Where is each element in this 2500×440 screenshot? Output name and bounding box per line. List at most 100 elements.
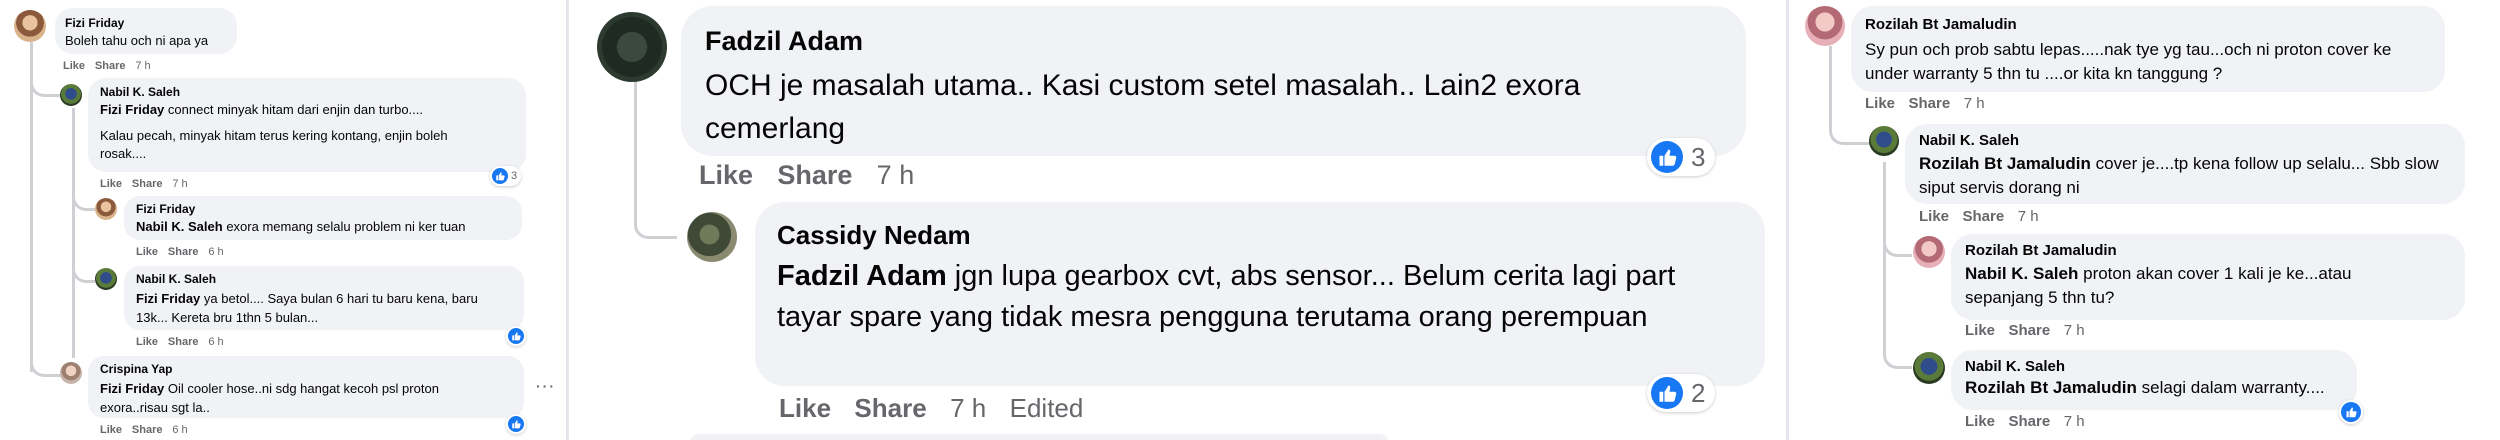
reaction-icon-only[interactable]	[2339, 400, 2363, 424]
avatar[interactable]	[60, 362, 82, 384]
timestamp[interactable]: 7 h	[172, 178, 187, 190]
timestamp[interactable]: 7 h	[877, 160, 915, 190]
share-button[interactable]: Share	[2009, 322, 2051, 339]
like-button[interactable]: Like	[1965, 322, 1995, 339]
share-button[interactable]: Share	[854, 393, 926, 423]
mention-link[interactable]: Rozilah Bt Jamaludin	[1919, 154, 2091, 173]
author-name[interactable]: Rozilah Bt Jamaludin	[1865, 16, 2017, 33]
avatar[interactable]	[95, 268, 117, 290]
share-button[interactable]: Share	[132, 178, 163, 190]
like-button[interactable]: Like	[699, 160, 753, 190]
mention-link[interactable]: Fizi Friday	[100, 381, 164, 396]
right-thread: Rozilah Bt Jamaludin Sy pun och prob sab…	[1789, 0, 2500, 440]
timestamp[interactable]: 6 h	[172, 424, 187, 436]
timestamp[interactable]: 6 h	[208, 336, 223, 348]
comment-text: Boleh tahu och ni apa ya	[65, 33, 209, 48]
mention-link[interactable]: Nabil K. Saleh	[1965, 264, 2078, 283]
reaction-icon-only[interactable]	[506, 414, 526, 434]
author-name[interactable]: Cassidy Nedam	[777, 220, 971, 251]
avatar[interactable]	[1805, 6, 1845, 46]
avatar[interactable]	[95, 198, 117, 220]
reaction-count[interactable]: 3	[1647, 138, 1716, 176]
middle-comment-panel: Fadzil Adam OCH je masalah utama.. Kasi …	[569, 0, 1785, 440]
like-button[interactable]: Like	[1965, 413, 1995, 430]
author-name[interactable]: Nabil K. Saleh	[1965, 358, 2065, 375]
thread-line	[634, 80, 637, 200]
comment-bubble: Nabil K. Saleh Fizi Friday connect minya…	[88, 78, 526, 172]
like-button[interactable]: Like	[100, 424, 122, 436]
timestamp[interactable]: 7 h	[2064, 413, 2085, 430]
comment-text: OCH je masalah utama.. Kasi custom setel…	[705, 69, 1581, 145]
like-button[interactable]: Like	[136, 246, 158, 258]
avatar[interactable]	[687, 212, 737, 262]
like-button[interactable]: Like	[1865, 95, 1895, 112]
timestamp[interactable]: 7 h	[1964, 95, 1985, 112]
comment-bubble: Crispina Yap Fizi Friday Oil cooler hose…	[88, 356, 524, 418]
author-name[interactable]: Fizi Friday	[136, 202, 195, 216]
like-button[interactable]: Like	[136, 336, 158, 348]
share-button[interactable]: Share	[168, 246, 199, 258]
like-button[interactable]: Like	[63, 60, 85, 72]
author-name[interactable]: Crispina Yap	[100, 362, 172, 376]
mention-link[interactable]: Nabil K. Saleh	[136, 219, 223, 234]
share-button[interactable]: Share	[95, 60, 126, 72]
thread-elbow	[1829, 112, 1870, 145]
comment-bubble: Fadzil Adam OCH je masalah utama.. Kasi …	[681, 6, 1746, 156]
author-name[interactable]: Fadzil Adam	[705, 26, 863, 57]
share-button[interactable]: Share	[2009, 413, 2051, 430]
more-options-button[interactable]: ···	[536, 378, 556, 394]
comment-actions: Like Share 6 h	[136, 246, 234, 258]
edited-label[interactable]: Edited	[1010, 393, 1084, 423]
comment-actions: Like Share 7 h	[1865, 95, 1998, 112]
like-button[interactable]: Like	[1919, 208, 1949, 225]
thread-line	[72, 108, 75, 358]
reaction-icon-only[interactable]	[506, 326, 526, 346]
mention-link[interactable]: Fadzil Adam	[777, 260, 947, 292]
comment-actions: Like Share 7 h	[1965, 413, 2098, 430]
like-reaction-icon	[2341, 402, 2361, 422]
reaction-number: 3	[511, 170, 518, 182]
mention-link[interactable]: Rozilah Bt Jamaludin	[1965, 378, 2137, 397]
avatar[interactable]	[1913, 352, 1945, 384]
thread-elbow	[30, 348, 63, 377]
comment-actions: Like Share 7 h	[1965, 322, 2098, 339]
thread-elbow	[634, 200, 677, 239]
comment-bubble: Nabil K. Saleh Rozilah Bt Jamaludin sela…	[1951, 350, 2357, 410]
avatar[interactable]	[597, 12, 667, 82]
comment-actions: Like Share 7 h Edited	[779, 393, 1107, 424]
thread-elbow	[72, 186, 95, 211]
comment-body: exora memang selalu problem ni ker tuan	[226, 219, 466, 234]
share-button[interactable]: Share	[1909, 95, 1951, 112]
like-reaction-icon	[508, 328, 524, 344]
avatar[interactable]	[1869, 126, 1899, 156]
comment-text: Fadzil Adam jgn lupa gearbox cvt, abs se…	[777, 256, 1727, 338]
timestamp[interactable]: 7 h	[2018, 208, 2039, 225]
middle-thread: Fadzil Adam OCH je masalah utama.. Kasi …	[569, 0, 1785, 440]
reaction-count[interactable]: 3	[490, 166, 522, 186]
avatar[interactable]	[60, 84, 82, 106]
author-name[interactable]: Nabil K. Saleh	[1919, 132, 2019, 149]
mention-link[interactable]: Fizi Friday	[136, 291, 200, 306]
avatar[interactable]	[1913, 236, 1945, 268]
reaction-count[interactable]: 2	[1647, 374, 1716, 412]
comment-text: Fizi Friday connect minyak hitam dari en…	[100, 102, 520, 117]
mention-link[interactable]: Fizi Friday	[100, 102, 164, 117]
thread-elbow	[1883, 232, 1912, 257]
like-button[interactable]: Like	[100, 178, 122, 190]
author-name[interactable]: Nabil K. Saleh	[136, 272, 216, 286]
share-button[interactable]: Share	[168, 336, 199, 348]
timestamp[interactable]: 7 h	[2064, 322, 2085, 339]
share-button[interactable]: Share	[132, 424, 163, 436]
timestamp[interactable]: 7 h	[950, 393, 986, 423]
author-name[interactable]: Rozilah Bt Jamaludin	[1965, 242, 2117, 259]
timestamp[interactable]: 6 h	[208, 246, 223, 258]
share-button[interactable]: Share	[1963, 208, 2005, 225]
comment-actions: Like Share 7 h	[1919, 208, 2052, 225]
like-button[interactable]: Like	[779, 393, 831, 423]
timestamp[interactable]: 7 h	[135, 60, 150, 72]
share-button[interactable]: Share	[777, 160, 852, 190]
left-comment-panel: Fizi Friday Boleh tahu och ni apa ya Lik…	[0, 0, 565, 440]
author-name[interactable]: Nabil K. Saleh	[100, 85, 180, 99]
author-name[interactable]: Fizi Friday	[65, 16, 124, 30]
avatar[interactable]	[14, 10, 46, 42]
